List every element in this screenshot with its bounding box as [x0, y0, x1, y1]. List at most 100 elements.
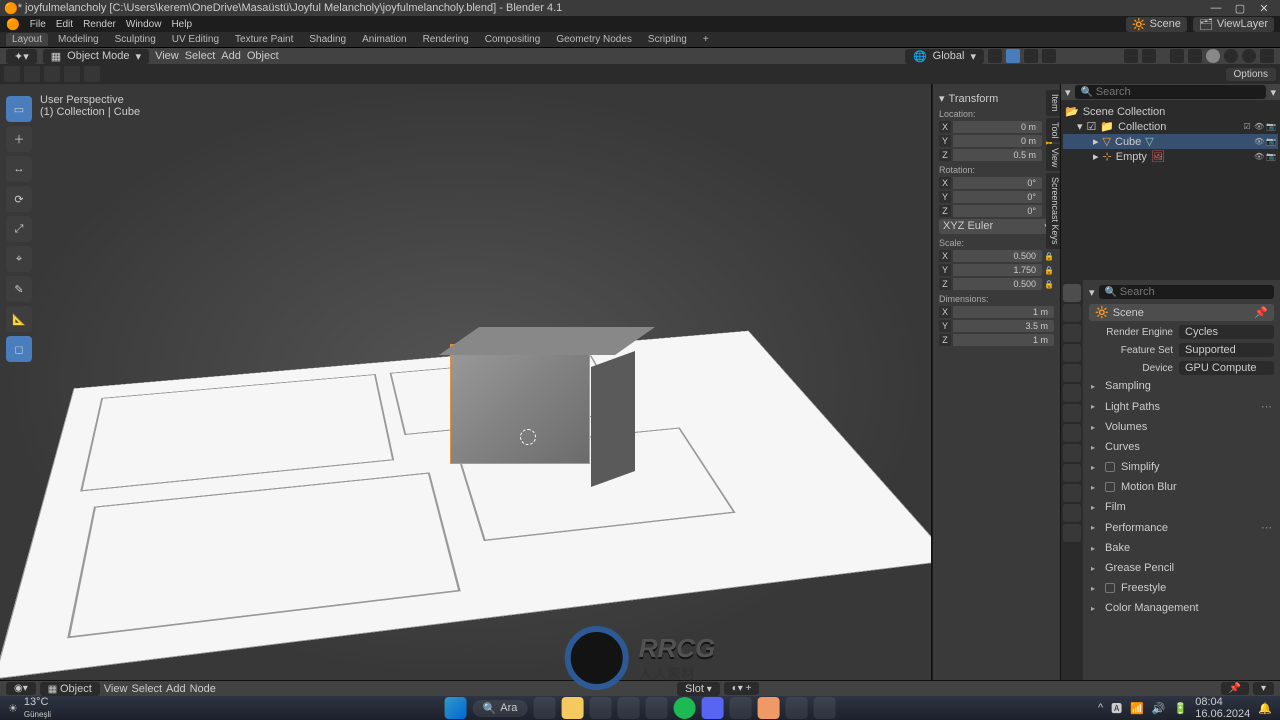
chev-down-icon[interactable]: ▾ — [939, 92, 945, 105]
scale-y[interactable]: 1.750 — [953, 264, 1042, 276]
close-button[interactable]: ✕ — [1252, 2, 1276, 15]
shading-material[interactable] — [1224, 49, 1238, 63]
start-button[interactable] — [445, 697, 467, 719]
scene-datablock[interactable]: 🔆 Scene 📌 — [1089, 304, 1274, 321]
ptab-scene[interactable] — [1063, 344, 1081, 362]
xray-toggle[interactable] — [1170, 49, 1184, 63]
menu-window[interactable]: Window — [126, 19, 162, 30]
tray-notifications-icon[interactable]: 🔔 — [1258, 702, 1272, 715]
tab-sculpting[interactable]: Sculpting — [109, 33, 162, 46]
node-menu-view[interactable]: View — [104, 683, 128, 695]
taskbar-app[interactable] — [785, 697, 807, 719]
pivot-icon[interactable] — [988, 49, 1002, 63]
tab-compositing[interactable]: Compositing — [479, 33, 547, 46]
mesh-cube[interactable] — [450, 344, 590, 464]
section-volumes[interactable]: ▸Volumes — [1089, 418, 1274, 436]
rotation-mode[interactable]: XYZ Euler▾ — [939, 219, 1054, 234]
minimize-button[interactable]: — — [1204, 2, 1228, 14]
tool-measure[interactable]: 📐 — [6, 306, 32, 332]
tool-select-box[interactable]: ▭ — [6, 96, 32, 122]
location-z[interactable]: 0.5 m — [953, 149, 1042, 161]
eye-icon[interactable]: 👁 — [1254, 122, 1264, 132]
pin-icon[interactable]: 📌 — [1254, 306, 1268, 319]
tree-scene-collection[interactable]: 📂 Scene Collection — [1063, 104, 1278, 119]
maximize-button[interactable]: ▢ — [1228, 2, 1252, 15]
tool-add-cube[interactable]: ◻ — [6, 336, 32, 362]
dim-z[interactable]: 1 m — [953, 334, 1054, 346]
taskbar-discord[interactable] — [701, 697, 723, 719]
section-bake[interactable]: ▸Bake — [1089, 539, 1274, 557]
feature-set-selector[interactable]: Supported — [1179, 343, 1274, 357]
checkbox-icon[interactable]: ☑ — [1087, 120, 1097, 133]
menu-view[interactable]: View — [155, 50, 179, 62]
tab-animation[interactable]: Animation — [356, 33, 412, 46]
node-overlay[interactable]: ▾ — [1253, 682, 1274, 695]
section-grease-pencil[interactable]: ▸Grease Pencil — [1089, 559, 1274, 577]
shading-rendered[interactable] — [1242, 49, 1256, 63]
tray-volume-icon[interactable]: 🔊 — [1152, 702, 1166, 715]
tool-scale[interactable]: ⤢ — [6, 216, 32, 242]
tab-texture-paint[interactable]: Texture Paint — [229, 33, 299, 46]
select-mode-set[interactable] — [4, 66, 20, 82]
props-search[interactable]: 🔍 Search — [1099, 285, 1274, 299]
snap-toggle[interactable] — [1006, 49, 1020, 63]
shading-wireframe[interactable] — [1188, 49, 1202, 63]
menu-file[interactable]: File — [30, 19, 46, 30]
weather-widget[interactable]: ☀ 13°CGüneşli — [8, 696, 51, 720]
ptab-texture[interactable] — [1063, 524, 1081, 542]
taskbar-app[interactable] — [729, 697, 751, 719]
taskbar-spotify[interactable] — [673, 697, 695, 719]
dim-x[interactable]: 1 m — [953, 306, 1054, 318]
eye-icon[interactable]: 👁 — [1254, 137, 1264, 147]
tree-item-empty[interactable]: ▸⊹ Empty 🖼 👁📷 — [1063, 149, 1278, 164]
tool-cursor[interactable]: ＋ — [6, 126, 32, 152]
show-gizmo-toggle[interactable] — [1124, 49, 1138, 63]
mode-selector[interactable]: ▦Object Mode▾ — [43, 49, 149, 64]
render-icon[interactable]: 📷 — [1266, 152, 1276, 162]
select-mode-extend[interactable] — [24, 66, 40, 82]
location-y[interactable]: 0 m — [953, 135, 1042, 147]
select-mode-invert[interactable] — [64, 66, 80, 82]
section-performance[interactable]: ▸Performance⋯ — [1089, 518, 1274, 537]
tree-collection[interactable]: ▾☑📁 Collection ☑👁📷 — [1063, 119, 1278, 134]
ptab-material[interactable] — [1063, 504, 1081, 522]
ptab-particles[interactable] — [1063, 424, 1081, 442]
taskbar-explorer[interactable] — [561, 697, 583, 719]
device-selector[interactable]: GPU Compute — [1179, 361, 1274, 375]
outliner-filter[interactable]: ▾ — [1270, 86, 1276, 99]
section-motion-blur[interactable]: ▸Motion Blur — [1089, 478, 1274, 496]
node-editor-type[interactable]: ◉▾ — [6, 682, 36, 695]
node-object-selector[interactable]: ▦ Object — [40, 682, 100, 696]
render-icon[interactable]: 📷 — [1266, 137, 1276, 147]
slot-selector[interactable]: Slot ▾ — [677, 682, 720, 696]
ntab-screencast[interactable]: Screencast Keys — [1046, 173, 1060, 249]
snap-type-selector[interactable] — [1024, 49, 1038, 63]
section-curves[interactable]: ▸Curves — [1089, 438, 1274, 456]
menu-select[interactable]: Select — [185, 50, 216, 62]
checkbox-icon[interactable] — [1105, 462, 1115, 472]
ptab-modifier[interactable] — [1063, 404, 1081, 422]
tab-add-workspace[interactable]: + — [697, 33, 715, 46]
menu-object[interactable]: Object — [247, 50, 279, 62]
tray-lang[interactable]: 🅰 — [1111, 700, 1122, 716]
tool-rotate[interactable]: ⟳ — [6, 186, 32, 212]
section-simplify[interactable]: ▸Simplify — [1089, 458, 1274, 476]
editor-type-selector[interactable]: ✦▾ — [6, 49, 37, 64]
rotation-z[interactable]: 0° — [953, 205, 1042, 217]
node-menu-select[interactable]: Select — [131, 683, 162, 695]
taskbar-app[interactable] — [645, 697, 667, 719]
options-button[interactable]: Options — [1226, 68, 1276, 81]
taskbar-app[interactable] — [533, 697, 555, 719]
tree-item-cube[interactable]: ▸▽ Cube ▽ 👁📷 — [1063, 134, 1278, 149]
outliner-search[interactable]: 🔍 Search — [1075, 85, 1267, 99]
tray-clock[interactable]: 08:0416.06.2024 — [1195, 696, 1250, 720]
section-color-management[interactable]: ▸Color Management — [1089, 599, 1274, 617]
tab-geometry-nodes[interactable]: Geometry Nodes — [550, 33, 638, 46]
tab-uv-editing[interactable]: UV Editing — [166, 33, 225, 46]
scale-z[interactable]: 0.500 — [953, 278, 1042, 290]
tool-annotate[interactable]: ✎ — [6, 276, 32, 302]
section-sampling[interactable]: ▸Sampling — [1089, 377, 1274, 395]
ntab-item[interactable]: Item — [1046, 90, 1060, 116]
lock-icon[interactable]: 🔒 — [1044, 266, 1054, 275]
proportional-toggle[interactable] — [1042, 49, 1056, 63]
